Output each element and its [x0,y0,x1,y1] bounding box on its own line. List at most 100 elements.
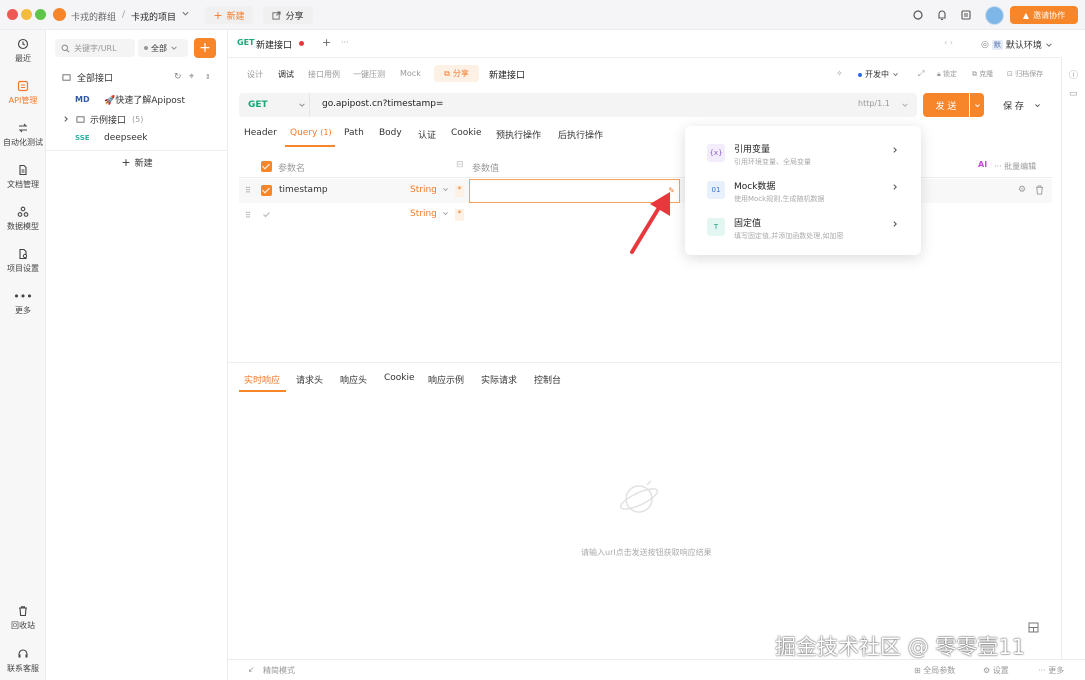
request-name-input[interactable]: 新建接口 [489,68,525,81]
refresh-icon[interactable]: ↻ [174,72,182,82]
maximize-window-button[interactable] [35,9,46,20]
rail-item-models[interactable]: 数据模型 [0,206,46,232]
popup-item-variable[interactable]: {x} 引用变量 引用环境变量、全局变量 [685,136,921,174]
tab-cookie[interactable]: Cookie [451,128,482,138]
mode-tab-cases[interactable]: 接口用例 [308,69,340,80]
notes-icon[interactable] [960,9,972,21]
mode-tab-stress[interactable]: 一键压测 [353,69,385,80]
send-button[interactable]: 发 送 [923,93,969,117]
tab-auth[interactable]: 认证 [418,128,436,141]
send-options-button[interactable] [970,93,984,117]
bell-icon[interactable] [936,9,948,21]
rail-item-support[interactable]: 联系客服 [0,648,46,674]
compact-mode-button[interactable]: 精简模式 [263,665,295,676]
select-all-checkbox[interactable] [261,161,272,172]
rail-item-api[interactable]: API管理 [0,80,46,106]
filter-select[interactable]: 全部 [138,39,188,57]
chevron-down-icon[interactable] [901,101,909,109]
close-window-button[interactable] [7,9,18,20]
save-button[interactable]: 保 存 [992,93,1052,117]
row-checkbox[interactable] [261,185,272,196]
mode-tab-mock[interactable]: Mock [400,69,421,78]
locate-icon[interactable]: ⌖ [189,72,194,82]
url-input[interactable]: go.apipost.cn?timestamp= [322,99,443,109]
new-button[interactable]: + 新建 [205,6,253,24]
fullscreen-icon[interactable]: ⤢ [918,69,924,79]
drag-handle-icon[interactable]: ⠿ [245,211,251,220]
param-name-input[interactable]: timestamp [279,185,328,195]
tab-header[interactable]: Header [244,128,277,138]
settings-button[interactable]: ⚙ 设置 [983,665,1009,676]
batch-edit-button[interactable]: ··· 批量编辑 [994,161,1036,172]
more-button[interactable]: ··· 更多 [1038,665,1064,676]
layout-toggle-icon[interactable] [1028,622,1039,633]
tree-folder-examples[interactable]: 示例接口 (5) [46,110,228,128]
tab-response-cookie[interactable]: Cookie [384,373,415,383]
user-avatar[interactable] [985,6,1004,25]
new-tab-plus-icon[interactable]: + [322,36,331,49]
row-checkbox[interactable] [261,209,272,220]
param-type-select[interactable]: String [410,209,437,219]
sidebar-new-button[interactable]: + 新建 [46,153,228,171]
share-doc-button[interactable]: ⧉ 分享 [434,65,479,82]
request-tab[interactable]: 新建接口 [256,38,292,51]
share-button[interactable]: 分享 [263,6,313,24]
search-input[interactable]: 关键字/URL [55,39,135,57]
settings-icon[interactable]: ⚙ [1018,185,1026,195]
protocol-select[interactable]: http/1.1 [858,99,890,108]
collapse-icon[interactable]: ↙ [248,665,255,674]
new-label: 新建 [134,158,153,169]
more-tabs-icon[interactable]: ··· [341,38,349,47]
required-marker[interactable]: * [455,209,464,221]
rail-item-settings[interactable]: 项目设置 [0,248,46,274]
tab-query[interactable]: Query (1) [290,128,332,138]
tab-actual-request[interactable]: 实际请求 [481,373,517,386]
tab-response-headers[interactable]: 响应头 [340,373,367,386]
rail-item-recent[interactable]: 最近 [0,38,46,64]
tab-pre-script[interactable]: 预执行操作 [496,128,541,141]
tree-item-sse[interactable]: SSE deepseek [46,129,228,147]
mode-tab-design[interactable]: 设计 [247,69,263,80]
minimize-window-button[interactable] [21,9,32,20]
archive-button[interactable]: ⊡ 归档保存 [1007,69,1043,79]
rail-item-more[interactable]: ••• 更多 [0,291,46,316]
tab-post-script[interactable]: 后执行操作 [558,128,603,141]
drag-handle-icon[interactable]: ⠿ [245,186,251,195]
comment-icon[interactable]: ▭ [1069,89,1078,99]
tab-response-example[interactable]: 响应示例 [428,373,464,386]
breadcrumb-team[interactable]: 卡戎的群组 [71,10,116,23]
invite-button[interactable]: ▲ 邀请协作 [1010,6,1078,24]
chevron-down-icon[interactable] [181,9,190,18]
tab-console[interactable]: 控制台 [534,373,561,386]
status-select[interactable]: 开发中 [858,69,899,80]
tab-nav-icon[interactable]: ‹ › [944,38,953,47]
environment-select[interactable]: ◎ 默 默认环境 [981,38,1053,51]
trash-icon[interactable] [1035,185,1044,195]
required-marker[interactable]: * [455,185,464,197]
tab-body[interactable]: Body [379,128,402,138]
breadcrumb-project[interactable]: 卡戎的项目 [131,10,176,23]
popup-item-mock[interactable]: 01 Mock数据 使用Mock规则,生成随机数据 [685,173,921,211]
lock-button[interactable]: 🔒︎ 锁定 [937,69,957,79]
info-icon[interactable]: ⓘ [1069,68,1078,81]
magic-icon[interactable]: ✧ [836,69,843,78]
popup-item-fixed[interactable]: T 固定值 填写固定值,并添加函数处理,如加密 [685,210,921,248]
method-select[interactable]: GET [239,93,310,117]
rail-item-automation[interactable]: 自动化测试 [0,122,46,148]
add-api-button[interactable]: + [194,38,216,58]
rail-item-docs[interactable]: 文档管理 [0,164,46,190]
clone-button[interactable]: ⧉ 克隆 [972,69,993,79]
sort-icon[interactable]: ⇕ [205,73,211,81]
rail-item-trash[interactable]: 回收站 [0,605,46,631]
tab-path[interactable]: Path [344,128,364,138]
plus-icon: + [213,8,223,22]
tab-request-headers[interactable]: 请求头 [296,373,323,386]
global-params-button[interactable]: ⊞ 全局参数 [914,665,955,676]
ai-button[interactable]: AI [978,160,987,169]
sync-icon[interactable] [912,9,924,21]
param-type-select[interactable]: String [410,185,437,195]
tab-live-response[interactable]: 实时响应 [244,373,280,386]
tree-item-md[interactable]: MD 🚀快速了解Apipost [46,90,228,108]
mode-tab-debug[interactable]: 调试 [278,69,294,80]
all-apis-row[interactable]: 全部接口 ↻ ⌖ ⇕ [46,68,228,86]
